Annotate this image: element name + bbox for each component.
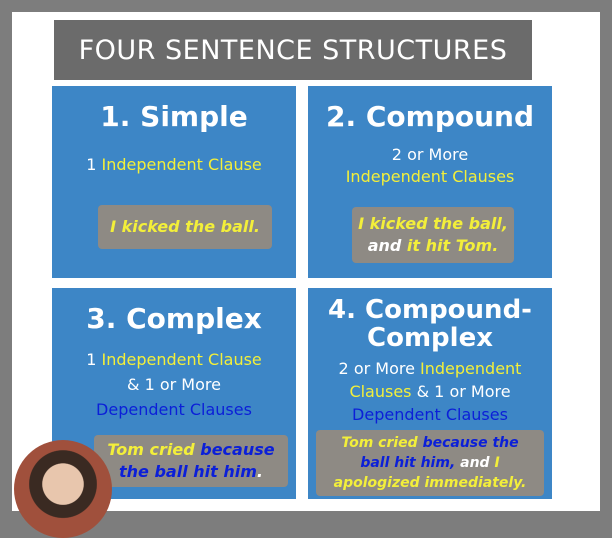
cc-example-main: Tom cried [341, 435, 418, 451]
complex-desc-independent: Independent Clause [101, 350, 262, 369]
compound-example-conjunction: and [367, 236, 402, 255]
simple-desc-count: 1 [86, 155, 97, 174]
compound-example: I kicked the ball, and it hit Tom. [352, 207, 514, 263]
complex-example-main: Tom cried [107, 440, 195, 459]
presenter-avatar [14, 440, 112, 538]
compound-desc-count: 2 or More [391, 145, 469, 164]
compound-complex-heading-line1: 4. Compound- [328, 295, 532, 325]
cc-desc-count: 2 or More [338, 359, 415, 378]
cc-desc-more: & 1 or More [416, 382, 511, 401]
infographic-title: FOUR SENTENCE STRUCTURES [54, 20, 532, 80]
complex-desc-line2: & 1 or More [127, 375, 221, 394]
complex-example-line1: Tom cried because [107, 439, 274, 461]
cc-example-line3: apologized immediately. [333, 475, 527, 491]
compound-complex-heading-line2: Complex [367, 323, 493, 353]
simple-heading: 1. Simple [100, 100, 248, 133]
compound-complex-desc-dependent: Dependent Clauses [352, 405, 508, 424]
cc-example-conjunction: and [460, 455, 490, 471]
panel-compound-complex: 4. Compound- Complex 2 or More Independe… [308, 288, 552, 499]
cc-example-subordinator: because the [422, 435, 519, 451]
cc-example-pronoun: I [494, 455, 500, 471]
compound-complex-example: Tom cried because the ball hit him, and … [316, 430, 544, 496]
cc-desc-clauses: Clauses [349, 382, 412, 401]
complex-heading: 3. Complex [86, 302, 262, 335]
compound-example-line2: and it hit Tom. [368, 235, 499, 257]
simple-description: 1 Independent Clause [52, 154, 296, 176]
complex-example-subordinator: because [200, 440, 275, 459]
complex-desc-count: 1 [86, 350, 97, 369]
panel-compound: 2. Compound 2 or More Independent Clause… [308, 86, 552, 278]
cc-example-line2: ball hit him, and I [360, 453, 499, 473]
simple-example-text: I kicked the ball. [110, 217, 260, 236]
compound-desc-clauses: Independent Clauses [345, 167, 515, 186]
compound-example-line1: I kicked the ball, [358, 214, 508, 233]
compound-example-clause2: it hit Tom. [406, 236, 499, 255]
complex-example-dependent: the ball hit him [119, 462, 257, 481]
compound-complex-desc-line1: 2 or More Independent [308, 358, 552, 380]
panel-simple: 1. Simple 1 Independent Clause I kicked … [52, 86, 296, 278]
cc-desc-independent: Independent [420, 359, 522, 378]
complex-example: Tom cried because the ball hit him. [94, 435, 288, 487]
complex-desc-dependent: Dependent Clauses [96, 400, 252, 419]
cc-example-line1: Tom cried because the [341, 433, 518, 453]
complex-example-line2: the ball hit him. [119, 462, 263, 481]
simple-example: I kicked the ball. [98, 205, 272, 249]
simple-desc-clause: Independent Clause [101, 155, 262, 174]
cc-example-dependent: ball hit him, [360, 455, 456, 471]
complex-desc-line1: 1 Independent Clause [52, 349, 296, 371]
compound-complex-desc-line2: Clauses & 1 or More [308, 381, 552, 403]
compound-heading: 2. Compound [325, 100, 535, 133]
